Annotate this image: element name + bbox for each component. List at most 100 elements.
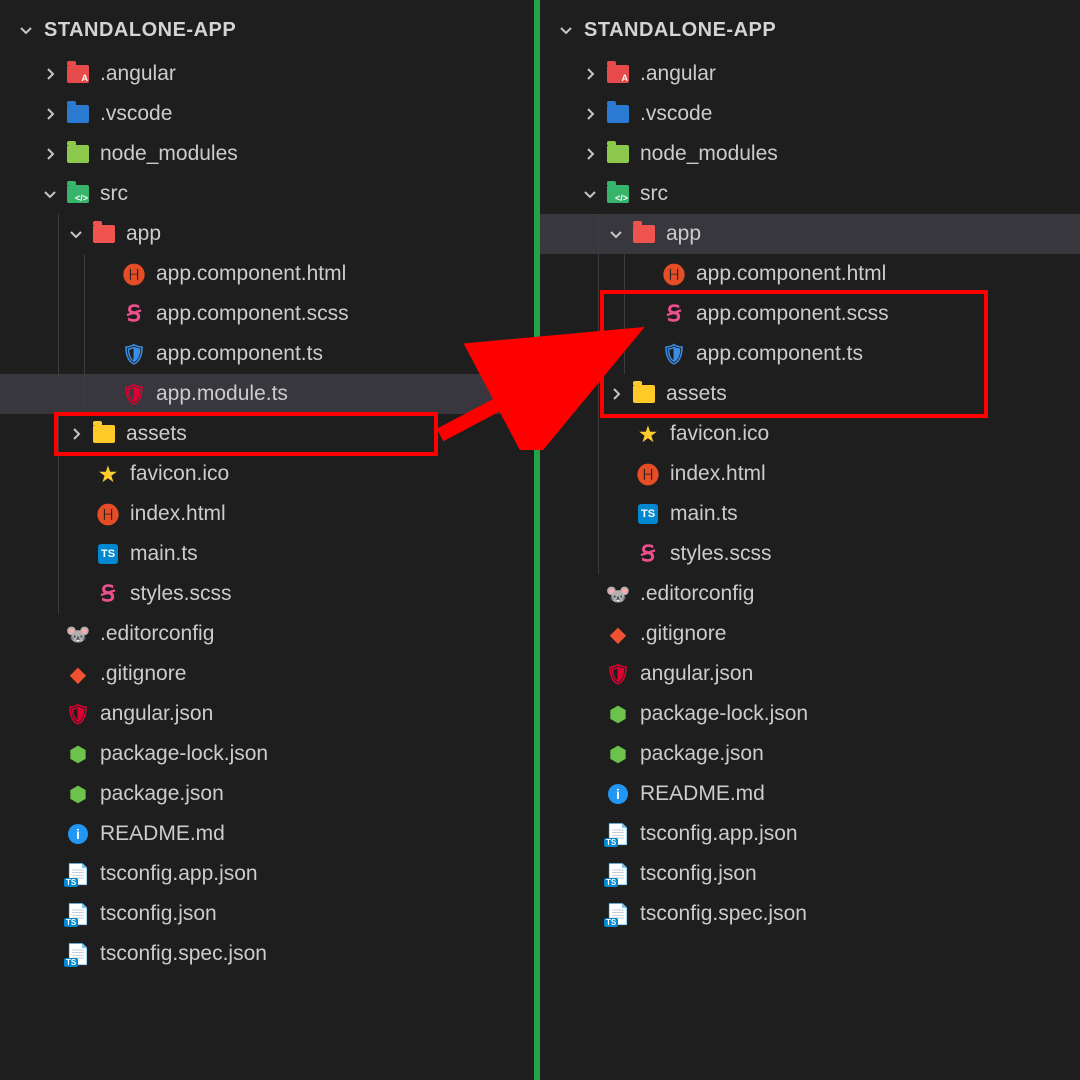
file-label: .gitignore [100, 662, 186, 686]
guide-line [84, 254, 85, 294]
editorconfig-icon: 🐭 [66, 622, 90, 646]
root-folder-name: STANDALONE-APP [44, 19, 236, 42]
file-label: tsconfig.app.json [640, 822, 798, 846]
explorer-panel-left: STANDALONE-APP A .angular .vscode node_m… [0, 0, 540, 1080]
file-favicon[interactable]: ★ favicon.ico [540, 414, 1080, 454]
file-readme[interactable]: i README.md [0, 814, 534, 854]
guide-line [58, 534, 59, 574]
file-label: index.html [670, 462, 766, 486]
guide-line [598, 494, 599, 534]
file-label: main.ts [130, 542, 198, 566]
folder-label: assets [126, 422, 187, 446]
folder-src[interactable]: </> src [540, 174, 1080, 214]
folder-angular[interactable]: A .angular [0, 54, 534, 94]
chevron-down-icon [606, 224, 626, 244]
file-styles-scss[interactable]: Ꞩ styles.scss [0, 574, 534, 614]
chevron-right-icon [580, 64, 600, 84]
file-tsconfig-spec[interactable]: 📄TS tsconfig.spec.json [540, 894, 1080, 934]
chevron-right-icon [580, 144, 600, 164]
root-folder-header[interactable]: STANDALONE-APP [540, 10, 1080, 50]
guide-line [84, 374, 85, 414]
file-styles-scss[interactable]: Ꞩ styles.scss [540, 534, 1080, 574]
file-tsconfig-app[interactable]: 📄TS tsconfig.app.json [0, 854, 534, 894]
folder-label: .vscode [100, 102, 172, 126]
info-icon: i [606, 782, 630, 806]
file-label: favicon.ico [130, 462, 229, 486]
chevron-right-icon [40, 64, 60, 84]
file-app-component-scss[interactable]: Ꞩ app.component.scss [0, 294, 534, 334]
typescript-icon: TS [636, 502, 660, 526]
html5-icon: 🅗 [662, 262, 686, 286]
file-package-json[interactable]: ⬢ package.json [0, 774, 534, 814]
file-app-component-scss[interactable]: Ꞩ app.component.scss [540, 294, 1080, 334]
file-package-json[interactable]: ⬢ package.json [540, 734, 1080, 774]
file-app-component-html[interactable]: 🅗 app.component.html [540, 254, 1080, 294]
file-label: main.ts [670, 502, 738, 526]
file-tree: A .angular .vscode node_modules </> src [0, 50, 534, 974]
angular-shield-icon: 🛡 [122, 342, 146, 366]
file-label: app.component.scss [156, 302, 349, 326]
file-tsconfig-app[interactable]: 📄TS tsconfig.app.json [540, 814, 1080, 854]
folder-node-icon [606, 142, 630, 166]
file-editorconfig[interactable]: 🐭 .editorconfig [0, 614, 534, 654]
file-readme[interactable]: i README.md [540, 774, 1080, 814]
angular-shield-icon: 🛡 [66, 702, 90, 726]
star-icon: ★ [96, 462, 120, 486]
guide-line [58, 374, 59, 414]
folder-app[interactable]: app [540, 214, 1080, 254]
file-tsconfig[interactable]: 📄TS tsconfig.json [0, 894, 534, 934]
explorer-panel-right: STANDALONE-APP A .angular .vscode node_m… [540, 0, 1080, 1080]
folder-assets[interactable]: assets [540, 374, 1080, 414]
folder-assets[interactable]: assets [0, 414, 534, 454]
file-label: README.md [100, 822, 225, 846]
file-label: tsconfig.app.json [100, 862, 258, 886]
root-folder-header[interactable]: STANDALONE-APP [0, 10, 534, 50]
file-app-component-ts[interactable]: 🛡 app.component.ts [0, 334, 534, 374]
file-label: app.component.ts [156, 342, 323, 366]
folder-src[interactable]: </> src [0, 174, 534, 214]
file-main-ts[interactable]: TS main.ts [540, 494, 1080, 534]
folder-label: src [640, 182, 668, 206]
editorconfig-icon: 🐭 [606, 582, 630, 606]
folder-node-modules[interactable]: node_modules [0, 134, 534, 174]
file-gitignore[interactable]: ◆ .gitignore [540, 614, 1080, 654]
file-package-lock[interactable]: ⬢ package-lock.json [0, 734, 534, 774]
chevron-down-icon [580, 184, 600, 204]
tsconfig-icon: 📄TS [606, 822, 630, 846]
folder-app[interactable]: app [0, 214, 534, 254]
file-main-ts[interactable]: TS main.ts [0, 534, 534, 574]
file-angular-json[interactable]: 🛡 angular.json [540, 654, 1080, 694]
tsconfig-icon: 📄TS [66, 942, 90, 966]
folder-node-modules[interactable]: node_modules [540, 134, 1080, 174]
info-icon: i [66, 822, 90, 846]
chevron-down-icon [66, 224, 86, 244]
file-tsconfig-spec[interactable]: 📄TS tsconfig.spec.json [0, 934, 534, 974]
folder-label: src [100, 182, 128, 206]
folder-src-icon: </> [606, 182, 630, 206]
file-app-module-ts[interactable]: 🛡 app.module.ts [0, 374, 534, 414]
file-index-html[interactable]: 🅗 index.html [0, 494, 534, 534]
tsconfig-icon: 📄TS [66, 902, 90, 926]
file-package-lock[interactable]: ⬢ package-lock.json [540, 694, 1080, 734]
angular-shield-icon: 🛡 [122, 382, 146, 406]
file-app-component-ts[interactable]: 🛡 app.component.ts [540, 334, 1080, 374]
nodejs-icon: ⬢ [66, 742, 90, 766]
typescript-icon: TS [96, 542, 120, 566]
file-label: tsconfig.json [100, 902, 217, 926]
file-label: app.module.ts [156, 382, 288, 406]
file-label: tsconfig.spec.json [640, 902, 807, 926]
chevron-right-icon [606, 384, 626, 404]
folder-vscode[interactable]: .vscode [540, 94, 1080, 134]
guide-line [58, 574, 59, 614]
file-index-html[interactable]: 🅗 index.html [540, 454, 1080, 494]
html5-icon: 🅗 [636, 462, 660, 486]
folder-angular[interactable]: A .angular [540, 54, 1080, 94]
file-favicon[interactable]: ★ favicon.ico [0, 454, 534, 494]
file-angular-json[interactable]: 🛡 angular.json [0, 694, 534, 734]
file-gitignore[interactable]: ◆ .gitignore [0, 654, 534, 694]
file-app-component-html[interactable]: 🅗 app.component.html [0, 254, 534, 294]
folder-vscode-icon [606, 102, 630, 126]
file-tsconfig[interactable]: 📄TS tsconfig.json [540, 854, 1080, 894]
folder-vscode[interactable]: .vscode [0, 94, 534, 134]
file-editorconfig[interactable]: 🐭 .editorconfig [540, 574, 1080, 614]
